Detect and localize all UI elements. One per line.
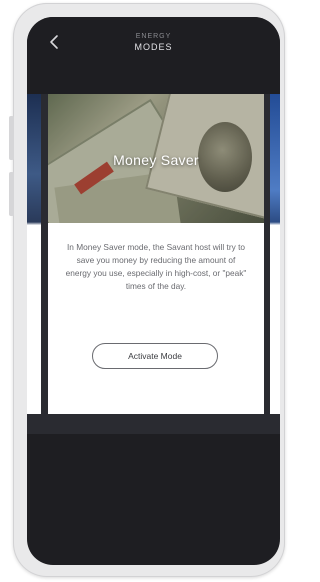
phone-side-button (9, 172, 14, 216)
previous-mode-card[interactable] (27, 94, 41, 414)
mode-card: Money Saver In Money Saver mode, the Sav… (48, 94, 264, 414)
header: ENERGY MODES (27, 17, 280, 94)
mode-card-image: Money Saver (48, 94, 264, 223)
page-subtitle: ENERGY (135, 33, 172, 40)
app-screen: ENERGY MODES Money Saver In Money Saver … (27, 17, 280, 565)
next-mode-card[interactable] (270, 94, 280, 414)
mode-title: Money Saver (113, 152, 199, 168)
page-title-text: MODES (134, 42, 173, 52)
mode-description: In Money Saver mode, the Savant host wil… (65, 242, 247, 291)
page-title: ENERGY MODES (27, 32, 280, 53)
phone-side-button (9, 116, 14, 160)
activate-mode-button[interactable]: Activate Mode (92, 343, 218, 369)
mode-carousel[interactable]: Money Saver In Money Saver mode, the Sav… (27, 94, 280, 434)
